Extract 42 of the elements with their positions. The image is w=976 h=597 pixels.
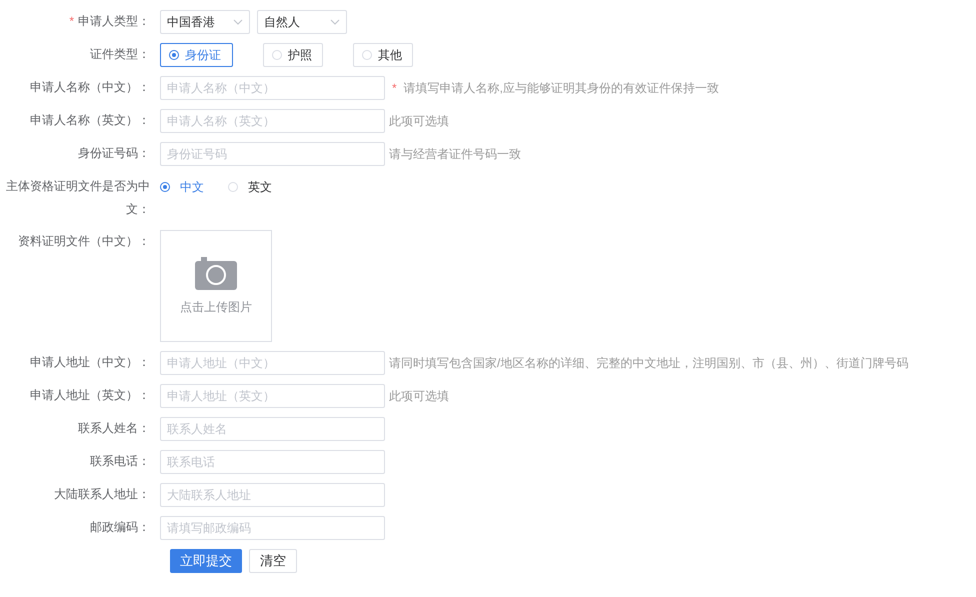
select-field[interactable]: 自然人	[257, 10, 347, 34]
field-label: 申请人类型：	[78, 14, 150, 28]
hint-text: 请填写申请人名称,应与能够证明其身份的有效证件保持一致	[404, 80, 720, 97]
required-asterisk: *	[392, 80, 397, 97]
field-label: 资料证明文件（中文）：	[18, 234, 150, 248]
submit-button[interactable]: 立即提交	[170, 549, 242, 573]
input-field[interactable]: 申请人名称（英文）	[160, 109, 385, 133]
field-label: 证件类型：	[90, 47, 150, 61]
upload-label: 点击上传图片	[180, 299, 252, 316]
radio-option[interactable]: 护照	[263, 43, 323, 67]
chevron-down-icon	[330, 19, 340, 25]
camera-icon	[195, 256, 237, 290]
radio-option[interactable]: 身份证	[160, 43, 233, 67]
radio-option[interactable]: 其他	[353, 43, 413, 67]
field-label: 主体资格证明文件是否为中文：	[6, 179, 150, 216]
field-label: 大陆联系人地址：	[54, 487, 150, 501]
field-label: 联系电话：	[90, 454, 150, 468]
input-field[interactable]: 大陆联系人地址	[160, 483, 385, 507]
field-label: 申请人地址（中文）：	[30, 355, 150, 369]
input-field[interactable]: 联系电话	[160, 450, 385, 474]
input-field[interactable]: 联系人姓名	[160, 417, 385, 441]
input-field[interactable]: 身份证号码	[160, 142, 385, 166]
field-label: 申请人地址（英文）：	[30, 388, 150, 402]
input-field[interactable]: 申请人名称（中文）	[160, 76, 385, 100]
input-field[interactable]: 请填写邮政编码	[160, 516, 385, 540]
field-label: 申请人名称（中文）：	[30, 80, 150, 94]
field-label: 邮政编码：	[90, 520, 150, 534]
hint-text: 请与经营者证件号码一致	[389, 146, 521, 163]
input-field[interactable]: 申请人地址（中文）	[160, 351, 385, 375]
field-label: 申请人名称（英文）：	[30, 113, 150, 127]
field-label: 联系人姓名：	[78, 421, 150, 435]
required-asterisk: *	[69, 14, 74, 28]
hint-text: 此项可选填	[389, 388, 449, 405]
input-field[interactable]: 申请人地址（英文）	[160, 384, 385, 408]
hint-text: 请同时填写包含国家/地区名称的详细、完整的中文地址，注明国别、市（县、州）、街道门牌号码	[389, 355, 908, 372]
select-field[interactable]: 中国香港	[160, 10, 250, 34]
radio-option[interactable]: 中文	[160, 178, 204, 196]
chevron-down-icon	[233, 19, 243, 25]
hint-text: 此项可选填	[389, 113, 449, 130]
radio-option[interactable]: 英文	[228, 178, 272, 196]
field-label: 身份证号码：	[78, 146, 150, 160]
clear-button[interactable]: 清空	[249, 549, 297, 573]
